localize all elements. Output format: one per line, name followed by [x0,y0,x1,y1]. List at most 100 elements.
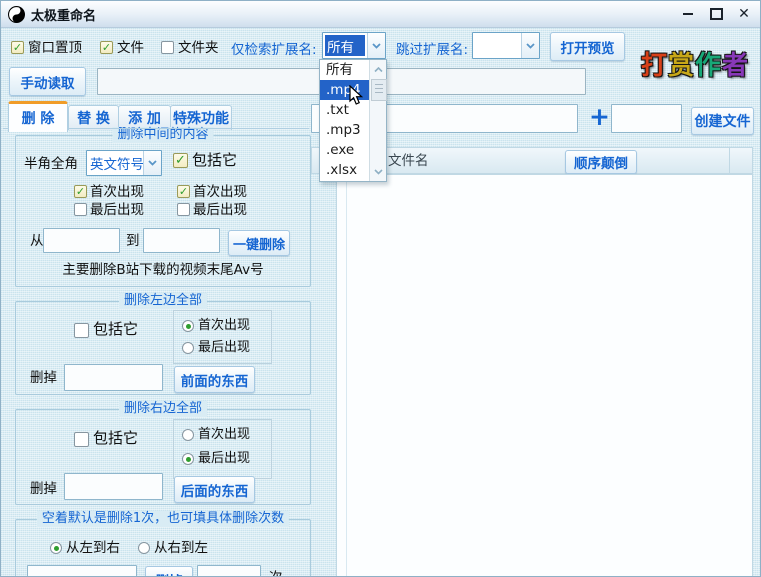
list-grid-line [346,175,347,576]
first-occurrence-checkbox-right[interactable]: ✓ [177,185,190,198]
right-to-left-label: 从右到左 [154,540,208,556]
maximize-icon [709,7,723,20]
ext-filter-label: 仅检索扩展名: [231,42,317,58]
scroll-up-icon[interactable] [370,60,386,79]
group-delete-count: 空着默认是删除1次，也可填具体删除次数 从左到右 从右到左 删掉 次 [15,511,311,576]
first-occurrence-checkbox-left[interactable]: ✓ [74,185,87,198]
last-occurrence-radio[interactable] [182,453,194,465]
chevron-down-icon[interactable] [367,33,385,58]
first-occurrence-radio[interactable] [182,429,194,441]
include-it-checkbox[interactable] [74,432,89,447]
from-input[interactable] [43,228,120,253]
mouse-cursor-icon [349,85,364,105]
manual-read-button[interactable]: 手动读取 [9,67,86,96]
last-occurrence-radio[interactable] [182,342,194,354]
dropdown-option[interactable]: .xlsx [320,160,369,180]
tab-delete[interactable]: 删 除 [8,101,68,132]
skip-ext-value [473,33,521,58]
filename-column-header: 文件名 [388,153,429,169]
to-input[interactable] [143,228,220,253]
include-it-checkbox[interactable]: ✓ [173,153,188,168]
delete-label: 删掉 [30,370,57,386]
window-title: 太极重命名 [31,8,97,24]
close-button[interactable]: ✕ [734,5,754,22]
include-it-checkbox[interactable] [74,323,89,338]
reward-char: 作 [695,51,723,81]
one-key-delete-button[interactable]: 一键删除 [228,230,290,256]
occurrence-box: 首次出现 最后出现 [173,310,272,364]
column-separator [729,148,730,175]
right-to-left-radio[interactable] [138,542,150,554]
maximize-button[interactable] [706,5,726,22]
ext-filter-value: 所有 [325,35,365,56]
last-occurrence-label: 最后出现 [90,202,144,218]
chevron-down-icon[interactable] [521,33,539,58]
reward-char: 打 [641,51,669,81]
folders-checkbox[interactable] [161,41,174,54]
plus-sign: + [589,102,610,131]
times-label: 次 [269,570,283,576]
files-checkbox[interactable]: ✓ [100,41,113,54]
skip-ext-combobox[interactable] [472,32,540,59]
first-occurrence-label: 首次出现 [198,427,251,442]
check-icon: ✓ [178,185,189,198]
number-suffix-input[interactable] [611,104,682,133]
group-title: 删除中间的内容 [112,127,214,143]
delete-back-button[interactable]: 后面的东西 [174,476,255,503]
reward-char: 赏 [668,51,696,81]
count-input[interactable] [197,565,261,576]
check-icon: ✓ [175,153,186,168]
minimize-button[interactable] [678,5,698,22]
file-list[interactable] [336,174,753,576]
left-to-right-label: 从左到右 [66,540,120,556]
minimize-icon [683,12,693,15]
titlebar: 太极重命名 ✕ [1,1,760,28]
first-occurrence-radio[interactable] [182,320,194,332]
first-occurrence-label: 首次出现 [198,318,251,333]
dropdown-scrollbar[interactable] [369,60,387,181]
tab-replace[interactable]: 替 换 [68,105,119,130]
ext-filter-dropdown: 所有 .mp4 .txt .mp3 .exe .xlsx [319,59,387,182]
left-to-right-radio[interactable] [50,542,62,554]
create-file-button[interactable]: 创建文件 [691,107,754,135]
delete-count-button[interactable]: 删掉 [145,566,193,576]
from-label: 从 [30,233,44,249]
group-delete-middle: 删除中间的内容 半角全角 英文符号 ✓ 包括它 ✓ 首次出现 ✓ 首次出现 最后… [15,127,311,287]
occurrence-box: 首次出现 最后出现 [173,419,272,479]
dropdown-option[interactable]: .mp3 [320,120,369,140]
group-delete-right: 删除右边全部 包括它 首次出现 最后出现 删掉 后面的东西 [15,401,311,505]
delete-label: 删掉 [30,481,57,497]
group-hint: 主要删除B站下载的视频末尾Av号 [62,262,264,278]
last-occurrence-label: 最后出现 [198,451,251,466]
delete-text-input[interactable] [27,565,137,576]
taiji-app-icon [8,5,25,23]
dropdown-option[interactable]: 所有 [320,60,369,80]
app-window: 太极重命名 ✕ ✓ 窗口置顶 ✓ 文件 文件夹 仅检索扩展名: 所有 跳过扩展名… [0,0,761,577]
halfwidth-label: 半角全角 [24,156,78,172]
scrollbar-thumb[interactable] [371,79,387,101]
delete-text-input[interactable] [64,473,163,500]
group-delete-left: 删除左边全部 包括它 首次出现 最后出现 删掉 前面的东西 [15,293,311,395]
dropdown-option[interactable]: .exe [320,140,369,160]
first-occurrence-label: 首次出现 [193,184,247,200]
symbol-combobox[interactable]: 英文符号 [86,150,162,176]
last-occurrence-checkbox-right[interactable] [177,203,190,216]
check-icon: ✓ [101,41,112,54]
open-preview-button[interactable]: 打开预览 [550,32,625,61]
include-it-label: 包括它 [192,151,238,169]
skip-ext-label: 跳过扩展名: [396,42,469,58]
check-icon: ✓ [75,185,86,198]
ext-filter-combobox[interactable]: 所有 [322,32,386,59]
files-label: 文件 [117,40,144,56]
include-it-label: 包括它 [93,320,139,338]
delete-text-input[interactable] [64,364,163,391]
last-occurrence-checkbox-left[interactable] [74,203,87,216]
scroll-down-icon[interactable] [370,162,386,181]
chevron-down-icon[interactable] [143,151,161,175]
delete-front-button[interactable]: 前面的东西 [174,366,255,393]
pin-window-checkbox[interactable]: ✓ [11,41,24,54]
include-it-label: 包括它 [93,429,139,447]
group-title: 删除左边全部 [118,293,208,309]
reward-author-banner[interactable]: 打 赏 作 者 [641,45,749,82]
reverse-order-button[interactable]: 顺序颠倒 [565,150,637,174]
